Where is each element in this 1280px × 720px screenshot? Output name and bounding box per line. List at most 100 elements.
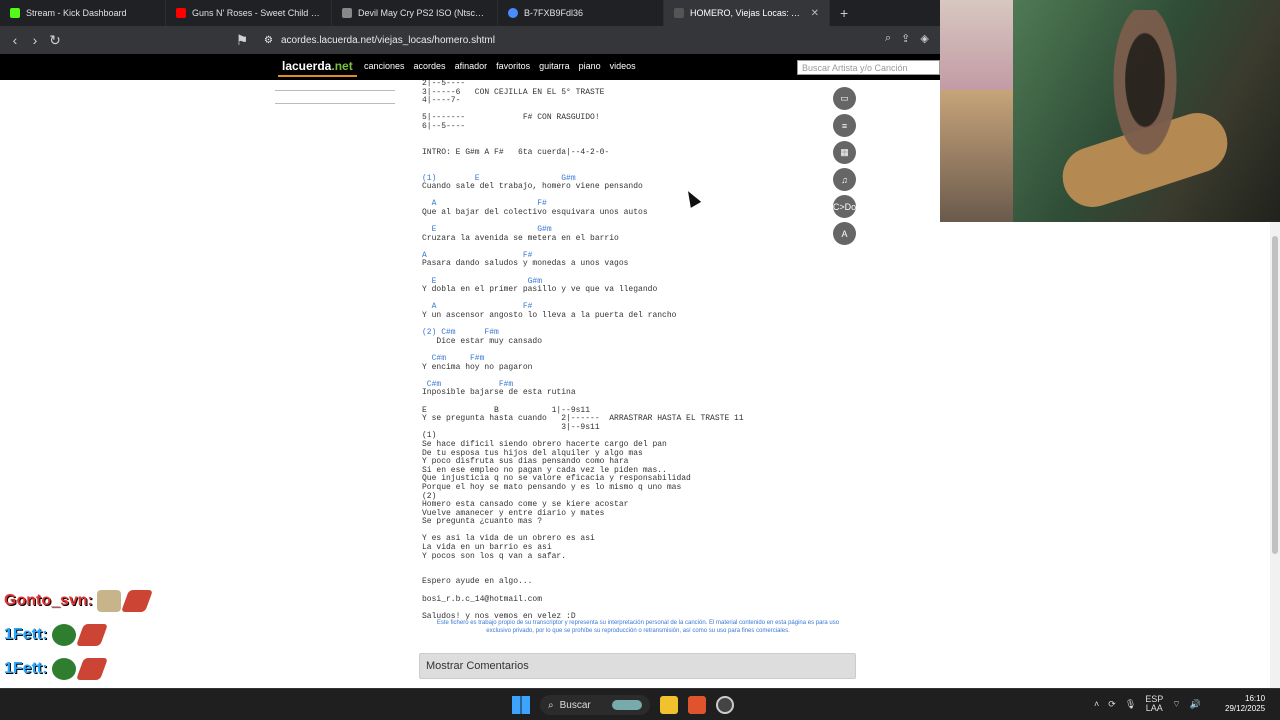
lyric-line: Y encima hoy no pagaron: [422, 362, 533, 372]
scrollbar-thumb[interactable]: [1272, 236, 1278, 554]
windows-start-icon[interactable]: [512, 696, 530, 714]
lacuerda-favicon-icon: [674, 8, 684, 18]
new-tab-button[interactable]: +: [830, 5, 858, 21]
taskbar-clock[interactable]: 16:10 29/12/2025: [1225, 694, 1265, 714]
brave-browser-icon[interactable]: [688, 696, 706, 714]
language-layout: LAA: [1145, 703, 1163, 713]
chat-username: Gonto_svn:: [4, 592, 93, 609]
chat-message: 1Fett:: [4, 618, 184, 652]
volume-icon[interactable]: 🔊: [1190, 699, 1201, 710]
clock-time: 16:10: [1245, 694, 1266, 703]
grid-icon[interactable]: ▦: [833, 141, 856, 164]
tab-label: B-7FXB9Fdl36: [524, 8, 584, 18]
extension-icon[interactable]: ◈: [920, 32, 928, 45]
nav-guitarra[interactable]: guitarra: [539, 61, 570, 71]
nav-videos[interactable]: videos: [610, 61, 636, 71]
show-comments-button[interactable]: Mostrar Comentarios: [419, 653, 856, 679]
sync-icon[interactable]: ⟳: [1108, 699, 1116, 710]
disclaimer-text: Este fichero es trabajo propio de su tra…: [436, 620, 840, 634]
tab-label: Guns N' Roses - Sweet Child O' Mine: [192, 8, 321, 18]
lyric-line: Espero ayude en algo...: [422, 577, 533, 587]
browser-tab-active[interactable]: HOMERO, Viejas Locas: Acordes ✕: [664, 0, 830, 26]
tab-label: Stream - Kick Dashboard: [26, 8, 127, 18]
language-indicator[interactable]: ESP LAA: [1145, 695, 1163, 713]
chat-emote-icon: [120, 590, 153, 612]
nav-acordes[interactable]: acordes: [414, 61, 446, 71]
lyric-line: 3|--9s11: [422, 422, 600, 432]
page-favicon-icon: [342, 8, 352, 18]
webcam-person: [1090, 10, 1200, 210]
zoom-icon[interactable]: ⌕: [885, 32, 891, 45]
chat-message: Gonto_svn:: [4, 584, 184, 618]
browser-tab[interactable]: B-7FXB9Fdl36: [498, 0, 664, 26]
chat-emote-icon: [75, 658, 108, 680]
chat-emote-icon: [51, 658, 76, 680]
list-icon[interactable]: ≡: [833, 114, 856, 137]
chat-emote-icon: [75, 624, 108, 646]
nav-canciones[interactable]: canciones: [364, 61, 405, 71]
lyric-line: Cruzara la avenida se metera en el barri…: [422, 233, 619, 243]
site-nav: canciones acordes afinador favoritos gui…: [364, 61, 636, 71]
system-tray: ˄ ⟳ 🎙 ESP LAA ⌔ 🔊: [1094, 695, 1201, 713]
taskbar-apps: ⌕ Buscar: [512, 695, 734, 715]
chat-message: 1Fett:: [4, 652, 184, 686]
network-icon[interactable]: ⌔: [1172, 699, 1180, 710]
font-size-icon[interactable]: A: [833, 222, 856, 245]
lyric-line: Porque el hoy se mato pensando y es lo m…: [422, 482, 682, 492]
nav-favoritos[interactable]: favoritos: [496, 61, 530, 71]
page-scrollbar[interactable]: [1270, 222, 1280, 688]
chevron-up-icon[interactable]: ˄: [1094, 699, 1099, 709]
forward-icon[interactable]: ›: [25, 32, 45, 48]
lyric-line: Cuando sale del trabajo, homero viene pe…: [422, 182, 643, 192]
lyric-line: 5|------- F# CON RASGUIDO!: [422, 113, 600, 123]
overlay-photo-bottom: [940, 90, 1020, 222]
overlay-photo-top: [940, 0, 1013, 90]
tuning-icon[interactable]: ♫: [833, 168, 856, 191]
lyric-line: Que al bajar del colectivo esquivara uno…: [422, 207, 648, 217]
url-text: acordes.lacuerda.net/viejas_locas/homero…: [280, 34, 495, 46]
lyric-line: INTRO: E G#m A F# 6ta cuerda|--4-2-0-: [422, 147, 610, 157]
site-search-input[interactable]: Buscar Artista y/o Canción: [797, 60, 940, 75]
screen: Stream - Kick Dashboard Guns N' Roses - …: [0, 0, 1280, 720]
site-logo[interactable]: lacuerda .net: [278, 57, 357, 77]
lyric-line: Y un ascensor angosto lo lleva a la puer…: [422, 311, 677, 321]
browser-tab[interactable]: Devil May Cry PS2 ISO (Ntsc-Pal) (Es): [332, 0, 498, 26]
browser-tab[interactable]: Guns N' Roses - Sweet Child O' Mine: [166, 0, 332, 26]
bookmark-icon[interactable]: ⚑: [232, 32, 252, 49]
chat-username: 1Fett:: [4, 626, 48, 643]
microphone-icon[interactable]: 🎙: [1125, 699, 1136, 710]
song-chords-text: 2|--5---- 3|-----6 CON CEJILLA EN EL 5° T…: [422, 80, 744, 621]
search-highlight-icon: [612, 700, 642, 710]
search-icon: ⌕: [548, 699, 554, 711]
nav-afinador[interactable]: afinador: [455, 61, 488, 71]
file-explorer-icon[interactable]: [660, 696, 678, 714]
lyric-line: Y dobla en el primer pasillo y ve que va…: [422, 285, 658, 295]
site-info-icon[interactable]: ⚙: [264, 35, 273, 46]
print-icon[interactable]: ▭: [833, 87, 856, 110]
share-icon[interactable]: ⇪: [901, 32, 910, 45]
lyric-line: Pasara dando saludos y monedas a unos va…: [422, 259, 629, 269]
taskbar-search[interactable]: ⌕ Buscar: [540, 695, 650, 715]
nav-piano[interactable]: piano: [579, 61, 601, 71]
browser-tab[interactable]: Stream - Kick Dashboard: [0, 0, 166, 26]
reload-icon[interactable]: ↻: [45, 32, 65, 49]
address-bar[interactable]: ⚙ acordes.lacuerda.net/viejas_locas/home…: [258, 30, 938, 50]
lyric-line: Se pregunta ¿cuanto mas ?: [422, 517, 543, 527]
divider: [275, 90, 395, 91]
c-do-icon[interactable]: C>Do: [833, 195, 856, 218]
back-icon[interactable]: ‹: [5, 32, 25, 48]
obs-icon[interactable]: [716, 696, 734, 714]
chat-emote-icon: [51, 624, 76, 646]
close-tab-icon[interactable]: ✕: [811, 8, 819, 19]
tab-label: HOMERO, Viejas Locas: Acordes: [690, 8, 805, 18]
lyric-line: 4|----7-: [422, 96, 461, 106]
toolbar-icons: ⌕ ⇪ ◈: [885, 32, 929, 45]
divider: [275, 103, 395, 104]
lyric-line: bosi_r.b.c_14@hotmail.com: [422, 594, 543, 604]
taskbar-search-label: Buscar: [559, 699, 591, 711]
kick-favicon-icon: [10, 8, 20, 18]
logo-main-text: lacuerda: [282, 59, 332, 73]
lyric-line: [422, 132, 744, 141]
chat-username: 1Fett:: [4, 660, 48, 677]
lyric-line: [422, 561, 744, 570]
